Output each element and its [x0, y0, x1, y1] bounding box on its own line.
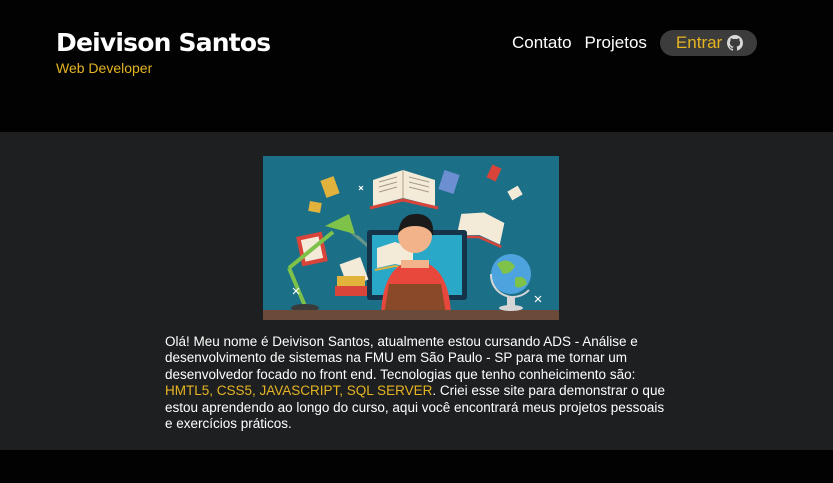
about-text-intro: Olá! Meu nome é Deivison Santos, atualme…	[165, 334, 638, 382]
nav-link-projetos[interactable]: Projetos	[585, 30, 647, 56]
site-header: Deivison Santos Web Developer Contato Pr…	[0, 0, 833, 132]
login-button[interactable]: Entrar	[659, 30, 758, 56]
site-footer	[0, 450, 833, 483]
brand: Deivison Santos Web Developer	[56, 28, 271, 76]
technologies-list: HMTL5, CSS5, JAVASCRIPT, SQL SERVER	[165, 383, 433, 399]
login-button-label: Entrar	[675, 33, 723, 52]
student-studying-illustration	[263, 156, 559, 320]
github-icon	[727, 35, 744, 51]
site-title: Deivison Santos	[56, 28, 271, 57]
main-content: Olá! Meu nome é Deivison Santos, atualme…	[0, 132, 833, 450]
site-subtitle: Web Developer	[56, 60, 153, 76]
about-description: Olá! Meu nome é Deivison Santos, atualme…	[165, 334, 665, 432]
main-nav: Contato Projetos Entrar	[512, 30, 758, 56]
nav-link-contato[interactable]: Contato	[512, 30, 572, 56]
